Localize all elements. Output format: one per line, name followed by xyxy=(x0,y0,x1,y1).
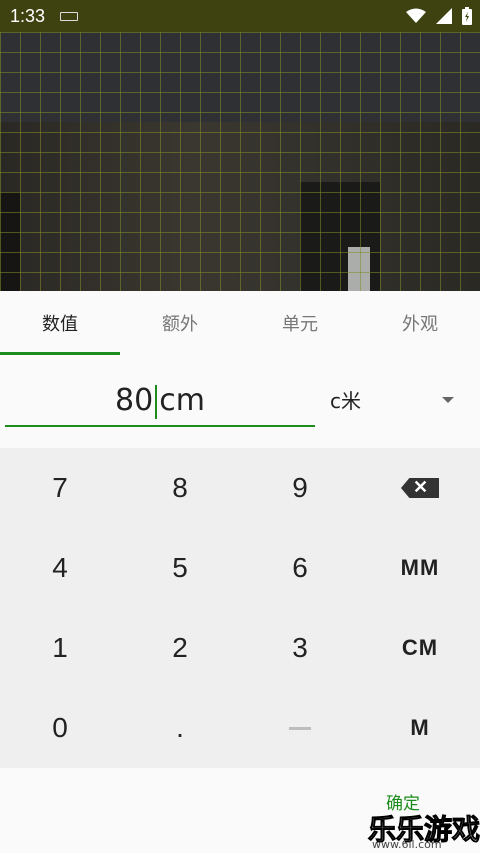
key-decimal[interactable]: . xyxy=(120,688,240,768)
input-panel: 数值 额外 单元 外观 80 cm c米 7 8 9 ✕ 4 5 6 MM 1 2… xyxy=(0,291,480,853)
status-time: 1:33 xyxy=(10,6,46,26)
key-mm[interactable]: MM xyxy=(360,528,480,608)
tab-units[interactable]: 单元 xyxy=(240,291,360,355)
watermark-url: www.6ll.com xyxy=(372,838,442,851)
backspace-icon: ✕ xyxy=(401,478,439,498)
tab-value[interactable]: 数值 xyxy=(0,291,120,355)
signal-icon xyxy=(436,8,452,24)
key-6[interactable]: 6 xyxy=(240,528,360,608)
measurement-grid xyxy=(0,32,480,291)
value-unit-suffix: cm xyxy=(159,383,205,418)
tab-extra[interactable]: 额外 xyxy=(120,291,240,355)
key-7[interactable]: 7 xyxy=(0,448,120,528)
key-0[interactable]: 0 xyxy=(0,688,120,768)
status-icons xyxy=(406,7,472,25)
status-bar: 1:33 xyxy=(0,0,480,32)
tab-bar: 数值 额外 单元 外观 xyxy=(0,291,480,355)
key-minus[interactable] xyxy=(240,688,360,768)
tab-appearance[interactable]: 外观 xyxy=(360,291,480,355)
backspace-key[interactable]: ✕ xyxy=(360,448,480,528)
text-caret xyxy=(155,384,158,419)
value-row: 80 cm c米 xyxy=(0,355,480,447)
value-number: 80 xyxy=(115,383,154,418)
keyboard-icon xyxy=(60,12,78,21)
key-m[interactable]: M xyxy=(360,688,480,768)
key-1[interactable]: 1 xyxy=(0,608,120,688)
battery-icon xyxy=(462,7,472,25)
dropdown-arrow-icon xyxy=(442,397,454,403)
minus-icon xyxy=(289,726,311,730)
unit-dropdown[interactable]: c米 xyxy=(330,381,470,421)
key-4[interactable]: 4 xyxy=(0,528,120,608)
key-cm[interactable]: CM xyxy=(360,608,480,688)
key-2[interactable]: 2 xyxy=(120,608,240,688)
numeric-keypad: 7 8 9 ✕ 4 5 6 MM 1 2 3 CM 0 . M xyxy=(0,448,480,768)
key-5[interactable]: 5 xyxy=(120,528,240,608)
key-8[interactable]: 8 xyxy=(120,448,240,528)
wifi-icon xyxy=(406,8,426,23)
key-3[interactable]: 3 xyxy=(240,608,360,688)
camera-preview[interactable] xyxy=(0,32,480,291)
unit-dropdown-value: c米 xyxy=(330,389,361,413)
value-input[interactable]: 80 cm xyxy=(5,377,315,427)
key-9[interactable]: 9 xyxy=(240,448,360,528)
